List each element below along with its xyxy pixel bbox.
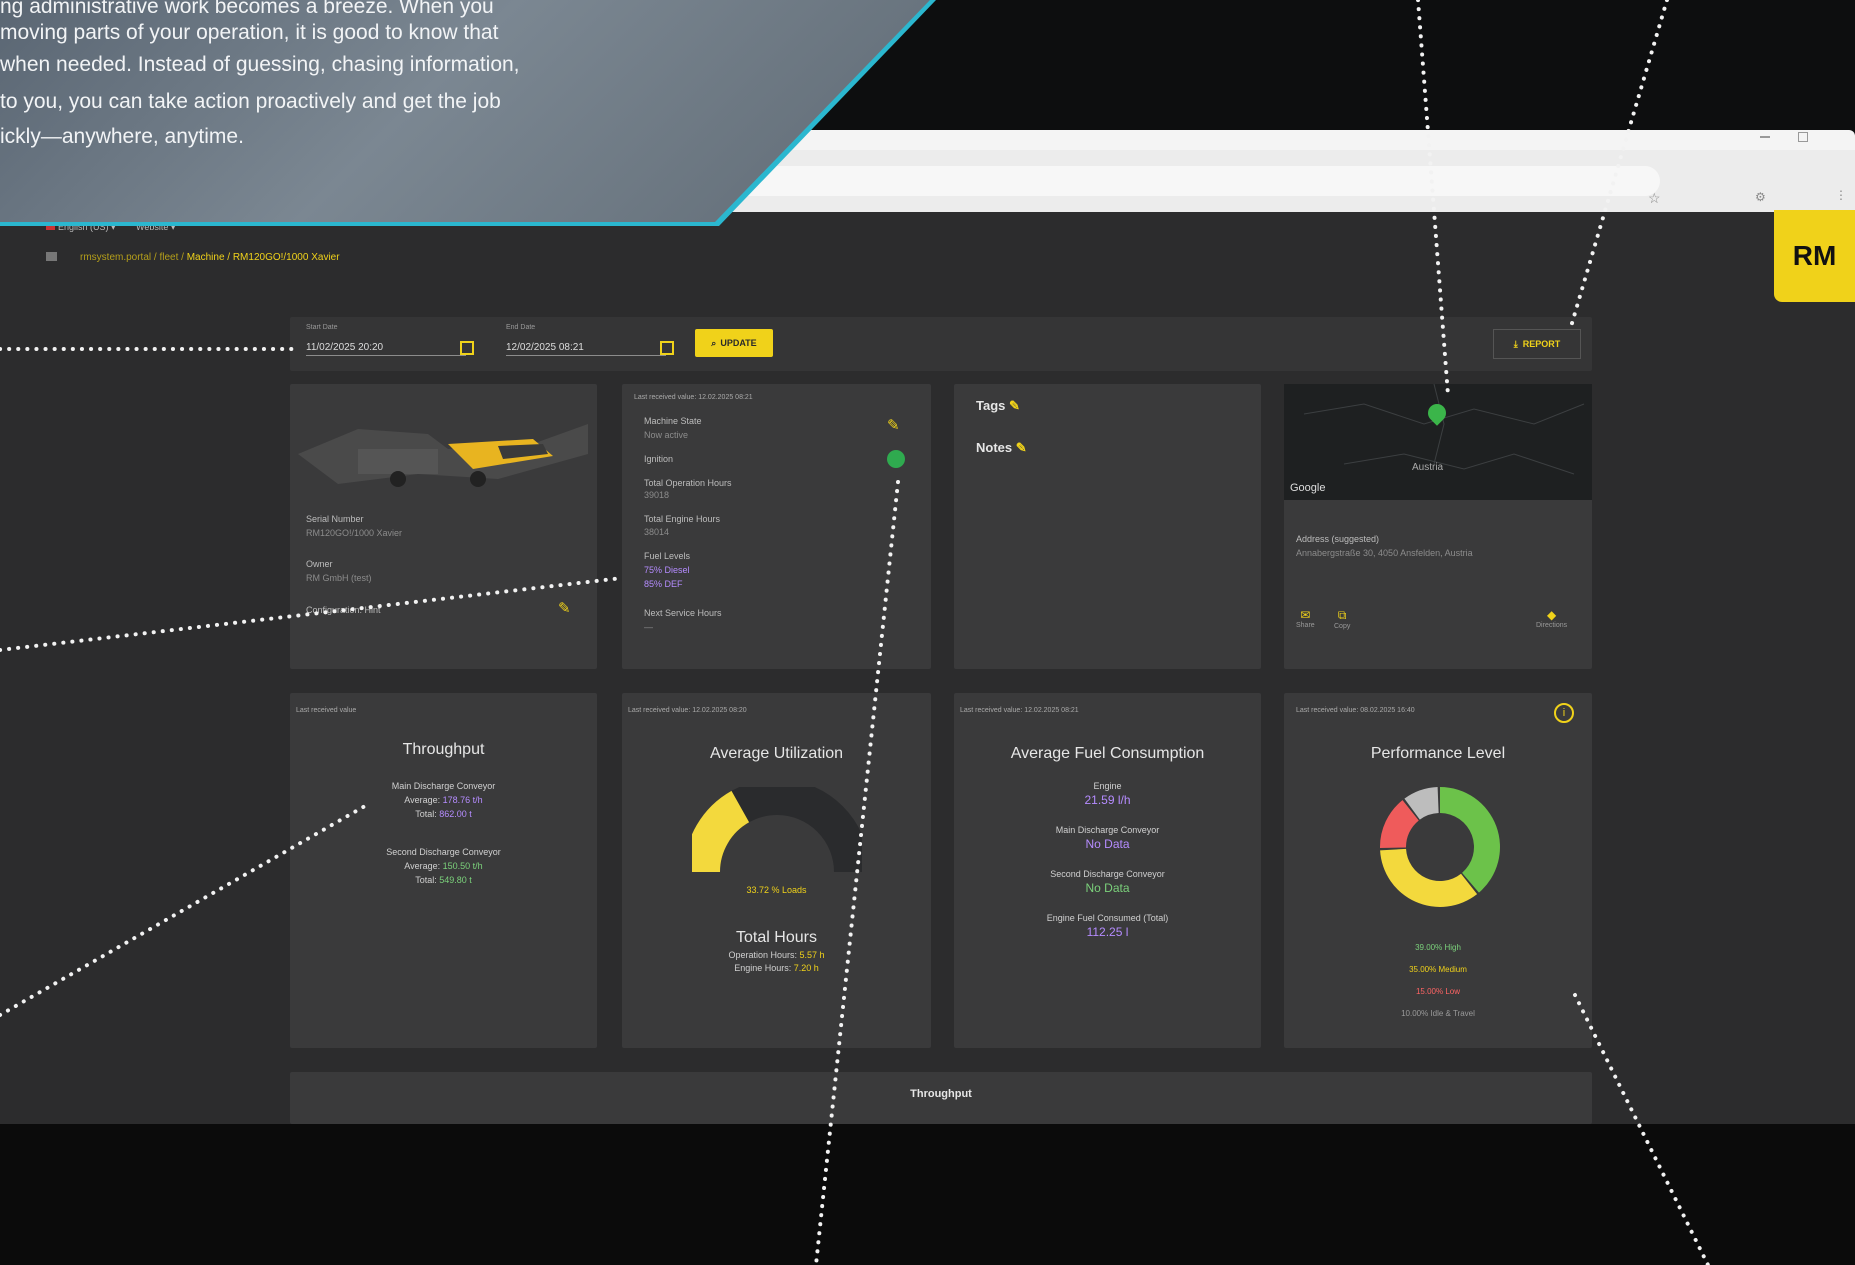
- end-date-label: End Date: [506, 324, 536, 331]
- next-service-label: Next Service Hours: [644, 608, 722, 618]
- bookmark-star-icon[interactable]: ☆: [1648, 190, 1661, 207]
- edit-notes-pencil-icon[interactable]: ✎: [1016, 440, 1027, 455]
- fuel-levels-label: Fuel Levels: [644, 551, 691, 561]
- machine-state-label: Machine State: [644, 416, 702, 426]
- utilization-gauge: [692, 787, 862, 873]
- map-country-label: Austria: [1412, 462, 1444, 473]
- throughput-panel-title: Throughput: [910, 1088, 972, 1100]
- download-icon: ⤓: [1513, 338, 1518, 349]
- last-received: Last received value: 12.02.2025 08:21: [634, 394, 753, 401]
- total-engine-hours-label: Total Engine Hours: [644, 514, 721, 524]
- directions-icon: ◆: [1546, 608, 1557, 622]
- start-date-field[interactable]: 11/02/2025 20:20: [306, 337, 466, 356]
- owner-value: RM GmbH (test): [306, 573, 372, 583]
- banner-line: moving parts of your operation, it is go…: [0, 21, 499, 44]
- directions-button[interactable]: ◆ Directions: [1536, 608, 1567, 629]
- throughput-panel: Throughput: [290, 1072, 1592, 1124]
- throughput-title: Throughput: [402, 741, 485, 758]
- hours-block: Operation Hours: 5.57 h Engine Hours: 7.…: [728, 950, 825, 973]
- menu-icon[interactable]: [46, 252, 57, 261]
- configuration-label: Configuration: Hint: [306, 605, 381, 615]
- machine-image: [298, 424, 588, 487]
- notes-label: Notes ✎: [976, 440, 1027, 455]
- google-logo: Google: [1290, 482, 1326, 494]
- total-engine-hours-value: 38014: [644, 527, 670, 537]
- maximize-icon[interactable]: [1798, 132, 1808, 142]
- second-discharge-block: Second Discharge Conveyor Average: 150.5…: [386, 847, 501, 885]
- tags-notes-card: Tags ✎ Notes ✎: [954, 384, 1261, 669]
- fuel-def: 85% DEF: [644, 579, 683, 589]
- machine-status-card: Last received value: 12.02.2025 08:21 Ma…: [622, 384, 931, 669]
- info-icon[interactable]: i: [1554, 703, 1574, 723]
- filter-bar: Start Date 11/02/2025 20:20 End Date 12/…: [290, 317, 1592, 371]
- device-bottom-bezel: [0, 1124, 1855, 1265]
- performance-donut: [1380, 787, 1500, 907]
- edit-tags-pencil-icon[interactable]: ✎: [1009, 398, 1020, 413]
- report-button[interactable]: ⤓ REPORT: [1493, 329, 1581, 359]
- breadcrumb-current: Machine / RM120GO!/1000 Xavier: [186, 252, 340, 263]
- next-service-value: —: [644, 622, 653, 632]
- performance-card: Last received value: 08.02.2025 16:40 i …: [1284, 693, 1592, 1048]
- rm-logo: RM: [1774, 210, 1855, 302]
- copy-icon: ⧉: [1337, 608, 1347, 622]
- serial-value: RM120GO!/1000 Xavier: [306, 528, 403, 538]
- utilization-card: Last received value: 12.02.2025 08:20 Av…: [622, 693, 931, 1048]
- search-icon: ⌕: [711, 337, 717, 348]
- share-icon: ✉: [1300, 608, 1311, 622]
- banner-line: when needed. Instead of guessing, chasin…: [0, 53, 520, 76]
- main-discharge-block: Main Discharge Conveyor Average: 178.76 …: [391, 781, 496, 819]
- banner-line: to you, you can take action proactively …: [0, 90, 501, 113]
- donut-segment-high: [1440, 787, 1500, 893]
- extensions-icon[interactable]: ⚙: [1755, 190, 1766, 204]
- end-date-field[interactable]: 12/02/2025 08:21: [506, 337, 666, 356]
- address-label: Address (suggested): [1296, 534, 1380, 544]
- share-button[interactable]: ✉ Share: [1296, 608, 1315, 629]
- breadcrumb-path[interactable]: rmsystem.portal / fleet /: [80, 252, 184, 263]
- edit-pencil-icon[interactable]: ✎: [558, 599, 571, 617]
- breadcrumb: rmsystem.portal / fleet / Machine / RM12…: [80, 252, 340, 263]
- edit-pencil-icon[interactable]: ✎: [887, 416, 900, 434]
- location-card: Austria Google Address (suggested) Annab…: [1284, 384, 1592, 669]
- last-received: Last received value: 08.02.2025 16:40: [1296, 707, 1415, 714]
- ignition-label: Ignition: [644, 454, 674, 464]
- machine-card: Serial Number RM120GO!/1000 Xavier Owner…: [290, 384, 597, 669]
- utilization-title: Average Utilization: [709, 745, 844, 762]
- menu-dots-icon[interactable]: ⋮: [1835, 188, 1847, 202]
- start-date-label: Start Date: [306, 324, 338, 331]
- fuel-title: Average Fuel Consumption: [1010, 745, 1205, 762]
- ignition-on-icon: [887, 450, 905, 468]
- machine-state-value: Now active: [644, 430, 689, 440]
- banner-line: ickly—anywhere, anytime.: [0, 125, 244, 148]
- minimize-icon[interactable]: [1760, 136, 1770, 138]
- owner-label: Owner: [306, 559, 333, 569]
- utilization-value: 33.72 % Loads: [746, 885, 807, 895]
- utilization-gauge-fill: [692, 790, 750, 873]
- calendar-icon[interactable]: [660, 341, 674, 355]
- performance-title: Performance Level: [1370, 745, 1506, 762]
- performance-legend: 39.00% High 35.00% Medium 15.00% Low 10.…: [1401, 943, 1475, 1018]
- throughput-card: Last received value Throughput Main Disc…: [290, 693, 597, 1048]
- address-value: Annabergstraße 30, 4050 Ansfelden, Austr…: [1296, 548, 1473, 558]
- fuel-consumption-card: Last received value: 12.02.2025 08:21 Av…: [954, 693, 1261, 1048]
- fuel-values: Engine 21.59 l/h Main Discharge Conveyor…: [1046, 781, 1169, 939]
- serial-label: Serial Number: [306, 514, 364, 524]
- last-received: Last received value: [296, 707, 357, 714]
- total-operation-hours-label: Total Operation Hours: [644, 478, 732, 488]
- tags-label: Tags ✎: [976, 398, 1020, 413]
- fuel-diesel: 75% Diesel: [644, 565, 690, 575]
- map-borders: [1303, 384, 1585, 475]
- calendar-icon[interactable]: [460, 341, 474, 355]
- total-hours-title: Total Hours: [736, 929, 817, 946]
- last-received: Last received value: 12.02.2025 08:21: [960, 707, 1079, 714]
- banner-line: ng administrative work becomes a breeze.…: [0, 0, 494, 18]
- copy-button[interactable]: ⧉ Copy: [1334, 608, 1350, 630]
- map-view[interactable]: Austria Google: [1284, 384, 1592, 500]
- donut-segment-medium: [1380, 848, 1478, 907]
- update-button[interactable]: ⌕ UPDATE: [695, 329, 773, 357]
- last-received: Last received value: 12.02.2025 08:20: [628, 707, 747, 714]
- total-operation-hours-value: 39018: [644, 490, 670, 500]
